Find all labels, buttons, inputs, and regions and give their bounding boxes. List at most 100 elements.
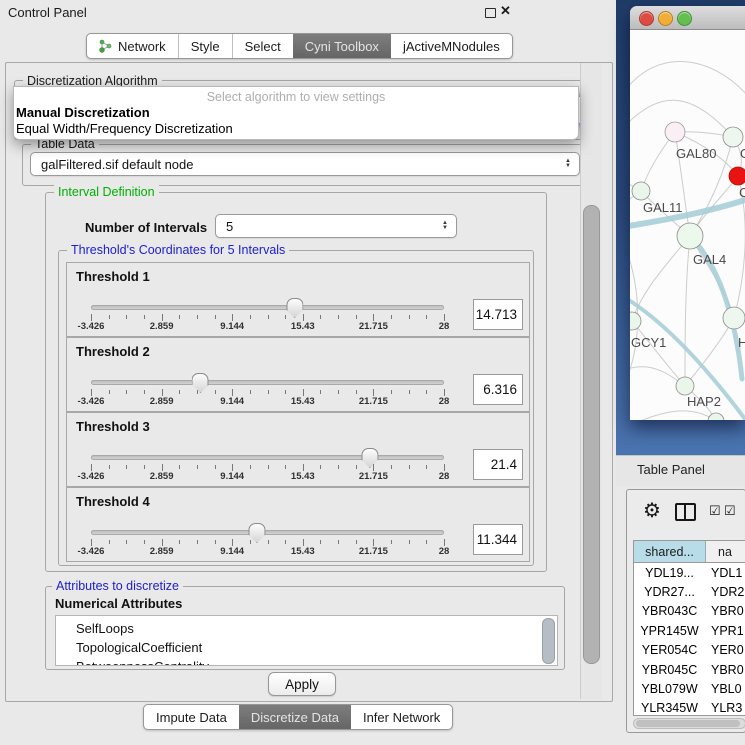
slider-tick [373,464,374,471]
slider-tick [197,390,198,394]
dropdown-option-manual[interactable]: Manual Discretization [14,105,578,121]
table-cell: YBR045C [634,663,705,677]
tab-cyni-toolbox[interactable]: Cyni Toolbox [293,34,391,58]
close-traffic-light-icon[interactable] [639,11,654,26]
network-node[interactable] [723,127,743,147]
checkbox-icon[interactable]: ☑ [724,503,736,519]
gear-icon[interactable]: ⚙ [643,498,661,523]
slider-tick [391,540,392,544]
panel-scrollbar-thumb[interactable] [583,205,600,664]
network-node[interactable] [665,122,685,142]
tab-jactivemnodules[interactable]: jActiveMNodules [391,34,512,58]
slider-tick [179,315,180,319]
threshold-4-slider[interactable] [91,530,444,535]
column-header-name[interactable]: na [706,541,745,562]
network-node[interactable] [729,167,745,185]
attribute-item[interactable]: SelfLoops [56,619,557,638]
slider-tick [444,389,445,396]
slider-tick-label: 28 [439,546,450,557]
tab-infer-network[interactable]: Infer Network [351,705,452,729]
table-hscrollbar-thumb[interactable] [636,720,740,727]
network-node[interactable] [676,377,694,395]
app-window: Control Panel ✕ Network Style Select Cyn… [0,0,745,745]
slider-tick-label: 9.144 [220,321,244,332]
attribute-item[interactable]: BetweennessCentrality [56,657,557,666]
threshold-2-slider[interactable] [91,380,444,385]
slider-tick-label: 2.859 [150,546,174,557]
table-data-select[interactable]: galFiltered.sif default node ▲▼ [30,152,580,176]
tab-select[interactable]: Select [233,34,293,58]
network-window[interactable]: GAL80 G C GAL11 GAL4 GCY1 H HAP2 [630,6,745,420]
table-cell: YBR043C [634,604,705,618]
slider-tick-label: 9.144 [220,396,244,407]
table-row[interactable]: YBR043CYBR0 [634,602,745,621]
network-node[interactable] [630,312,641,330]
tab-network[interactable]: Network [87,34,179,58]
number-of-intervals-select[interactable]: 5 ▲▼ [215,214,457,238]
slider-tick-label: 9.144 [220,546,244,557]
columns-icon[interactable] [675,503,696,521]
network-window-titlebar[interactable] [630,6,745,30]
close-icon[interactable]: ✕ [500,3,511,19]
slider-tick [109,540,110,544]
table-row[interactable]: YLR345WYLR3 [634,699,745,716]
numerical-attributes-list[interactable]: SelfLoopsTopologicalCoefficientBetweenne… [55,615,558,666]
slider-tick [444,464,445,471]
table-header-row: shared... na [634,541,745,563]
threshold-1-slider[interactable] [91,305,444,310]
table-cell: YLR3 [705,701,742,715]
table-hscrollbar[interactable] [633,718,745,729]
list-scrollbar[interactable] [542,618,555,664]
threshold-3-value-field[interactable]: 21.4 [473,449,523,480]
slider-tick [338,465,339,469]
network-node[interactable] [723,307,745,329]
slider-tick [91,314,92,321]
number-of-intervals-value: 5 [226,219,233,234]
minimize-traffic-light-icon[interactable] [658,11,673,26]
network-node[interactable] [677,223,703,249]
slider-tick-label: 2.859 [150,471,174,482]
node-label: GAL11 [643,200,683,215]
threshold-1-value-field[interactable]: 14.713 [473,299,523,330]
slider-tick [109,315,110,319]
tab-discretize-data[interactable]: Discretize Data [239,705,351,729]
table-row[interactable]: YBL079WYBL0 [634,679,745,698]
node-label: HAP2 [687,394,721,409]
zoom-traffic-light-icon[interactable] [677,11,692,26]
tab-impute-data[interactable]: Impute Data [144,705,239,729]
threshold-1-panel: Threshold 1 -3.4262.8599.14415.4321.7152… [66,262,530,337]
slider-tick [373,539,374,546]
column-header-shared-name[interactable]: shared... [634,541,706,562]
table-row[interactable]: YPR145WYPR1 [634,621,745,640]
node-label: GAL80 [676,146,716,161]
table-row[interactable]: YER054CYER0 [634,641,745,660]
slider-tick-label: 15.43 [291,471,315,482]
slider-tick [126,315,127,319]
attribute-item[interactable]: TopologicalCoefficient [56,638,557,657]
table-row[interactable]: YDL19...YDL1 [634,563,745,582]
slider-tick [391,465,392,469]
slider-tick [444,314,445,321]
slider-tick [338,390,339,394]
dropdown-option-equal-width[interactable]: Equal Width/Frequency Discretization [14,121,578,137]
slider-tick-label: 15.43 [291,546,315,557]
network-node[interactable] [632,182,650,200]
table-data-selected-value: galFiltered.sif default node [41,157,193,172]
slider-tick [338,540,339,544]
table-cell: YER054C [634,643,705,657]
tab-network-label: Network [118,39,166,54]
threshold-3-slider[interactable] [91,455,444,460]
tab-style[interactable]: Style [179,34,233,58]
float-window-icon[interactable] [485,8,496,18]
slider-tick [232,389,233,396]
threshold-2-value-field[interactable]: 6.316 [473,374,523,405]
table-row[interactable]: YBR045CYBR0 [634,660,745,679]
network-canvas[interactable]: GAL80 G C GAL11 GAL4 GCY1 H HAP2 [630,31,745,420]
slider-tick [320,390,321,394]
table-row[interactable]: YDR27...YDR2 [634,582,745,601]
network-node[interactable] [708,413,724,420]
apply-button[interactable]: Apply [268,672,336,696]
checkbox-icon[interactable]: ☑ [709,503,721,519]
threshold-4-value-field[interactable]: 11.344 [473,524,523,555]
slider-tick-labels: -3.4262.8599.14415.4321.71528 [91,396,444,408]
